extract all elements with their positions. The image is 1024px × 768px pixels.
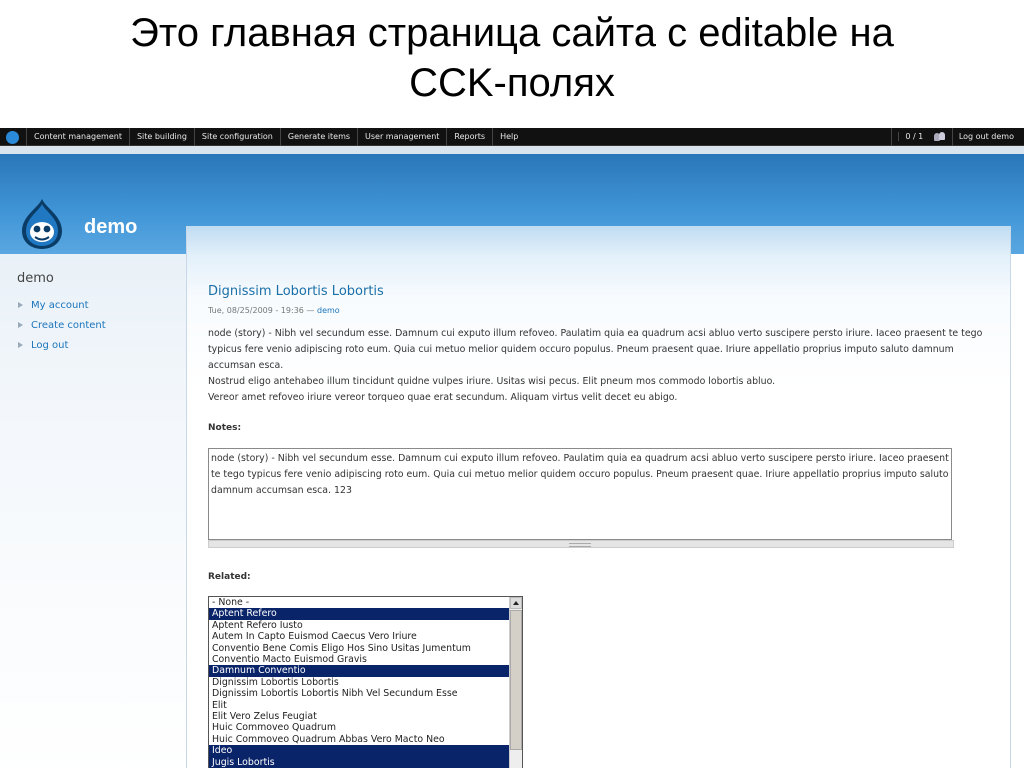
- admin-menu: Content management Site building Site co…: [26, 128, 525, 146]
- sidebar-item-my-account[interactable]: My account: [17, 296, 106, 316]
- related-option[interactable]: - None -: [209, 597, 510, 608]
- sidebar-item-label: Log out: [31, 340, 69, 351]
- related-multiselect[interactable]: - None - Aptent Refero Aptent Refero Iusto…: [208, 596, 523, 768]
- related-option[interactable]: Damnum Conventio: [209, 665, 510, 677]
- related-option[interactable]: Conventio Macto Euismod Gravis: [209, 654, 510, 665]
- sidebar-menu: My account Create content Log out: [17, 296, 106, 356]
- related-option[interactable]: Conventio Bene Comis Eligo Hos Sino Usit…: [209, 643, 510, 654]
- admin-menu-site-building[interactable]: Site building: [128, 128, 194, 146]
- related-label: Related:: [208, 572, 251, 582]
- related-option[interactable]: Elit: [209, 700, 510, 711]
- related-option[interactable]: Huic Commoveo Quadrum: [209, 722, 510, 733]
- body-paragraph: Nostrud eligo antehabeo illum tincidunt …: [208, 376, 776, 387]
- scrollbar-thumb[interactable]: [510, 610, 522, 750]
- site-name[interactable]: demo: [84, 216, 137, 239]
- sidebar-item-log-out[interactable]: Log out: [17, 336, 106, 356]
- notes-label: Notes:: [208, 423, 242, 433]
- drupal-logo-icon[interactable]: [18, 198, 66, 250]
- select-scrollbar[interactable]: [509, 597, 522, 768]
- admin-menu-content-management[interactable]: Content management: [26, 128, 129, 146]
- body-paragraph: node (story) - Nibh vel secundum esse. D…: [208, 328, 983, 371]
- related-option[interactable]: Dignissim Lobortis Lobortis: [209, 677, 510, 688]
- admin-menu-right: 0 / 1 Log out demo: [891, 128, 1020, 146]
- user-counter-text: 0 / 1: [898, 132, 930, 141]
- sidebar-title: demo: [17, 271, 54, 286]
- related-option[interactable]: Jugis Lobortis: [209, 756, 510, 768]
- body-paragraph: Vereor amet refoveo iriure vereor torque…: [208, 392, 678, 403]
- related-option[interactable]: Dignissim Lobortis Lobortis Nibh Vel Sec…: [209, 688, 510, 699]
- slide-title-line2: CCK-полях: [409, 61, 615, 105]
- admin-menu-help[interactable]: Help: [492, 128, 525, 146]
- slide-title-line1: Это главная страница сайта с editable на: [130, 11, 894, 55]
- user-counter[interactable]: 0 / 1: [891, 128, 952, 146]
- logout-link[interactable]: Log out demo: [951, 128, 1020, 146]
- related-option[interactable]: Ideo: [209, 745, 510, 757]
- bullet-icon: [18, 302, 23, 308]
- sidebar: demo My account Create content Log out: [0, 254, 186, 768]
- bullet-icon: [18, 342, 23, 348]
- node-title[interactable]: Dignissim Lobortis Lobortis: [208, 284, 384, 299]
- related-option[interactable]: Aptent Refero: [209, 608, 510, 620]
- admin-menu-user-management[interactable]: User management: [357, 128, 446, 146]
- related-option[interactable]: Huic Commoveo Quadrum Abbas Vero Macto N…: [209, 734, 510, 745]
- submitted-date: Tue, 08/25/2009 - 19:36 —: [208, 306, 315, 315]
- related-option[interactable]: Elit Vero Zelus Feugiat: [209, 711, 510, 722]
- node-body: node (story) - Nibh vel secundum esse. D…: [208, 326, 998, 406]
- content-panel: Dignissim Lobortis Lobortis Tue, 08/25/2…: [186, 226, 1011, 768]
- notes-textarea[interactable]: node (story) - Nibh vel secundum esse. D…: [208, 448, 952, 540]
- related-option[interactable]: Aptent Refero Iusto: [209, 620, 510, 631]
- related-option[interactable]: Autem In Capto Euismod Caecus Vero Iriur…: [209, 631, 510, 642]
- author-link[interactable]: demo: [317, 306, 340, 315]
- header-strip: [0, 146, 1024, 154]
- sidebar-item-label: Create content: [31, 320, 106, 331]
- slide-title: Это главная страница сайта с editable на…: [0, 8, 1024, 108]
- sidebar-item-label: My account: [31, 300, 89, 311]
- drupal-home-icon[interactable]: [6, 131, 19, 144]
- admin-menu-generate-items[interactable]: Generate items: [279, 128, 357, 146]
- admin-menu-bar: Content management Site building Site co…: [0, 128, 1024, 146]
- screenshot: Content management Site building Site co…: [0, 128, 1024, 768]
- sidebar-item-create-content[interactable]: Create content: [17, 316, 106, 336]
- admin-menu-site-configuration[interactable]: Site configuration: [193, 128, 280, 146]
- admin-menu-reports[interactable]: Reports: [446, 128, 492, 146]
- scroll-up-icon[interactable]: [510, 597, 522, 609]
- bullet-icon: [18, 322, 23, 328]
- users-icon: [933, 132, 946, 141]
- related-options: - None - Aptent Refero Aptent Refero Iusto…: [209, 597, 522, 768]
- textarea-resize-grip[interactable]: [208, 540, 954, 548]
- node-submitted: Tue, 08/25/2009 - 19:36 — demo: [208, 306, 340, 315]
